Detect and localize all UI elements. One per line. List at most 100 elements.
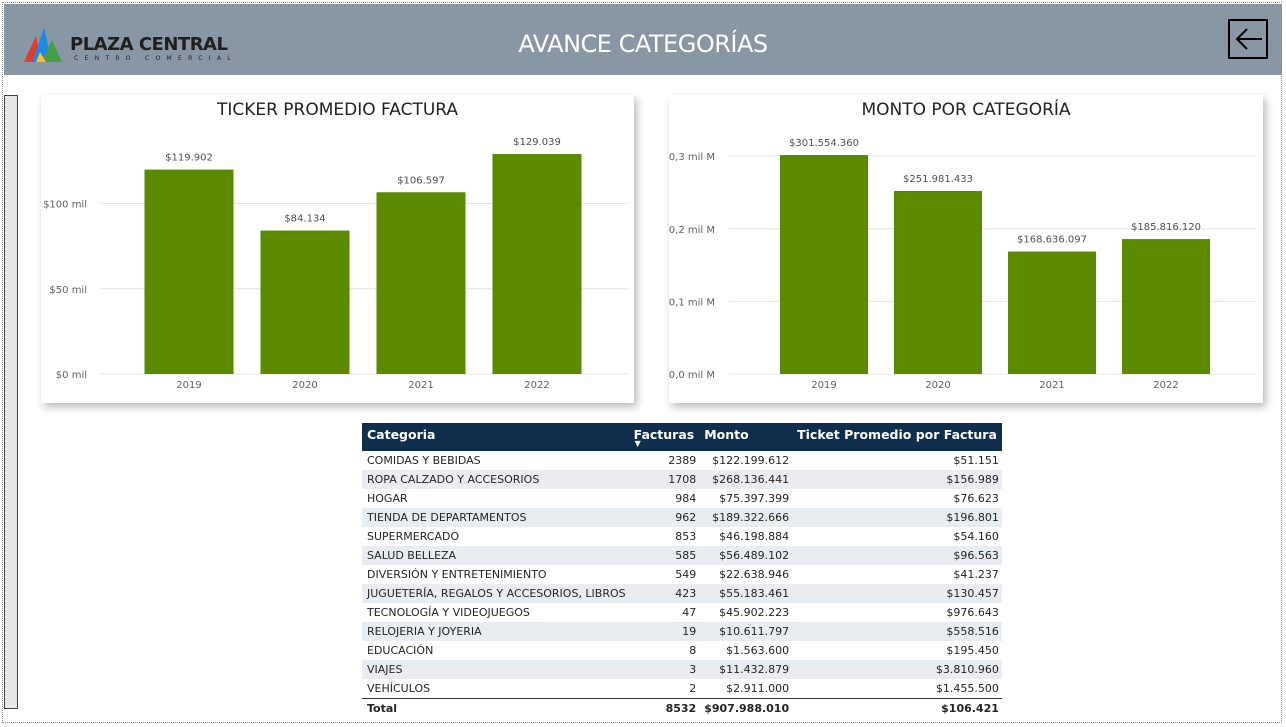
- cell-categoria: VIAJES: [362, 660, 629, 679]
- data-label: $84.134: [284, 214, 325, 225]
- table-row[interactable]: JUGUETERÍA, REGALOS Y ACCESORIOS, LIBROS…: [362, 584, 1002, 603]
- cell-ticket: $558.516: [792, 622, 1002, 641]
- cell-facturas: 2389: [668, 454, 697, 467]
- monto-bar-chart: $0,0 mil M $0,1 mil M $0,2 mil M $0,3 mil M…: [669, 138, 1257, 391]
- cell-ticket: $976.643: [946, 606, 999, 619]
- page-title: AVANCE CATEGORÍAS: [518, 30, 768, 58]
- table-row[interactable]: VIAJES 3 $11.432.879 $3.810.960: [362, 660, 1002, 679]
- x-tick-label: 2022: [524, 380, 549, 391]
- cell-categoria: SALUD BELLEZA: [362, 546, 629, 565]
- data-label: $168.636.097: [1017, 235, 1087, 246]
- cell-facturas: 585: [628, 546, 700, 565]
- table-row[interactable]: SALUD BELLEZA 585 $56.489.102 $96.563: [362, 546, 1002, 565]
- cell-monto: $46.198.884: [719, 530, 790, 543]
- column-header-facturas-label: Facturas: [633, 427, 695, 442]
- x-tick-label: 2020: [292, 380, 317, 391]
- back-button[interactable]: [1228, 19, 1268, 59]
- bar: [894, 191, 982, 374]
- table-row[interactable]: VEHÍCULOS 2 $2.911.000 $1.455.500: [362, 679, 1002, 699]
- y-tick-label: $50 mil: [49, 285, 87, 296]
- cell-monto: $2.911.000: [726, 682, 790, 695]
- x-tick-label: 2019: [176, 380, 201, 391]
- y-tick-label: $0,3 mil M: [669, 152, 715, 163]
- table-total-row: Total 8532 $907.988.010 $106.421: [362, 698, 1002, 718]
- x-tick-label: 2020: [925, 380, 950, 391]
- table-row[interactable]: HOGAR 984 $75.397.399 $76.623: [362, 489, 1002, 508]
- cell-monto: $11.432.879: [699, 660, 793, 679]
- data-label: $301.554.360: [789, 138, 859, 149]
- cell-ticket: $130.457: [792, 584, 1002, 603]
- bar: [1122, 239, 1210, 374]
- data-label: $129.039: [513, 137, 561, 148]
- vertical-scrollbar[interactable]: [4, 95, 18, 709]
- cell-facturas: 962: [628, 508, 700, 527]
- y-tick-label: $100 mil: [43, 200, 87, 211]
- bar: [780, 155, 868, 374]
- cell-categoria: TECNOLOGÍA Y VIDEOJUEGOS: [367, 606, 530, 619]
- cell-facturas: 423: [628, 584, 700, 603]
- x-tick-label: 2019: [811, 380, 836, 391]
- cell-ticket: $196.801: [792, 508, 1002, 527]
- cell-monto: $55.183.461: [699, 584, 793, 603]
- table-row[interactable]: TECNOLOGÍA Y VIDEOJUEGOS 47 $45.902.223 $97…: [362, 603, 1002, 622]
- column-header-facturas[interactable]: Facturas ▼: [628, 423, 700, 451]
- cell-monto: $10.611.797: [699, 622, 793, 641]
- cell-categoria: EDUCACIÓN: [367, 644, 434, 657]
- cell-categoria: COMIDAS Y BEBIDAS: [367, 454, 481, 467]
- total-label: Total: [362, 698, 629, 718]
- x-tick-label: 2021: [1039, 380, 1064, 391]
- cell-ticket: $41.237: [953, 568, 999, 581]
- column-header-ticket[interactable]: Ticket Promedio por Factura: [792, 423, 1002, 451]
- y-tick-label: $0 mil: [56, 370, 87, 381]
- cell-facturas: 19: [628, 622, 700, 641]
- bar: [492, 154, 582, 374]
- cell-categoria: RELOJERIA Y JOYERIA: [362, 622, 629, 641]
- bar: [144, 169, 234, 374]
- cell-categoria: JUGUETERÍA, REGALOS Y ACCESORIOS, LIBROS: [362, 584, 629, 603]
- page-header: PLAZA CENTRAL CENTRO COMERCIAL AVANCE CA…: [4, 4, 1282, 75]
- cell-categoria: ROPA CALZADO Y ACCESORIOS: [362, 470, 629, 489]
- bar: [1008, 251, 1096, 374]
- cell-ticket: $96.563: [792, 546, 1002, 565]
- table-row[interactable]: ROPA CALZADO Y ACCESORIOS 1708 $268.136.44…: [362, 470, 1002, 489]
- bar: [260, 230, 350, 374]
- cell-ticket: $195.450: [946, 644, 999, 657]
- total-ticket: $106.421: [792, 698, 1002, 718]
- cell-monto: $122.199.612: [712, 454, 790, 467]
- cell-facturas: 3: [628, 660, 700, 679]
- cell-monto: $45.902.223: [719, 606, 790, 619]
- table-row[interactable]: EDUCACIÓN 8 $1.563.600 $195.450: [362, 641, 1002, 660]
- cell-facturas: 47: [682, 606, 697, 619]
- data-label: $119.902: [165, 153, 213, 164]
- column-header-categoria[interactable]: Categoria: [362, 423, 629, 451]
- table-row[interactable]: TIENDA DE DEPARTAMENTOS 962 $189.322.666 $1…: [362, 508, 1002, 527]
- arrow-left-icon: [1235, 28, 1262, 50]
- cell-ticket: $51.151: [953, 454, 999, 467]
- cell-categoria: TIENDA DE DEPARTAMENTOS: [362, 508, 629, 527]
- table-row[interactable]: DIVERSIÓN Y ENTRETENIMIENTO 549 $22.638.94…: [362, 565, 1002, 584]
- x-tick-label: 2022: [1153, 380, 1178, 391]
- bar: [376, 192, 466, 374]
- cell-monto: $268.136.441: [699, 470, 793, 489]
- data-label: $251.981.433: [903, 174, 973, 185]
- cell-monto: $22.638.946: [719, 568, 790, 581]
- column-header-monto[interactable]: Monto: [699, 423, 793, 451]
- table-row[interactable]: SUPERMERCADO 853 $46.198.884 $54.160: [362, 527, 1002, 546]
- cell-facturas: 1708: [628, 470, 700, 489]
- cell-ticket: $76.623: [953, 492, 999, 505]
- table-header-row: Categoria Facturas ▼ Monto Ticket Promed…: [362, 423, 1002, 451]
- table-row[interactable]: COMIDAS Y BEBIDAS 2389 $122.199.612 $51.151: [362, 451, 1002, 470]
- cell-monto: $75.397.399: [719, 492, 790, 505]
- y-tick-label: $0,0 mil M: [669, 370, 715, 381]
- data-label: $185.816.120: [1131, 222, 1201, 233]
- data-label: $106.597: [397, 175, 445, 186]
- chart-card-monto: MONTO POR CATEGORÍA $0,0 mil M$0,1 mil M…: [669, 95, 1263, 403]
- cell-monto: $1.563.600: [726, 644, 790, 657]
- cell-ticket: $156.989: [792, 470, 1002, 489]
- x-tick-label: 2021: [408, 380, 433, 391]
- cell-categoria: HOGAR: [367, 492, 408, 505]
- cell-facturas: 549: [675, 568, 697, 581]
- cell-facturas: 853: [675, 530, 697, 543]
- table-row[interactable]: RELOJERIA Y JOYERIA 19 $10.611.797 $558.516: [362, 622, 1002, 641]
- cell-monto: $56.489.102: [699, 546, 793, 565]
